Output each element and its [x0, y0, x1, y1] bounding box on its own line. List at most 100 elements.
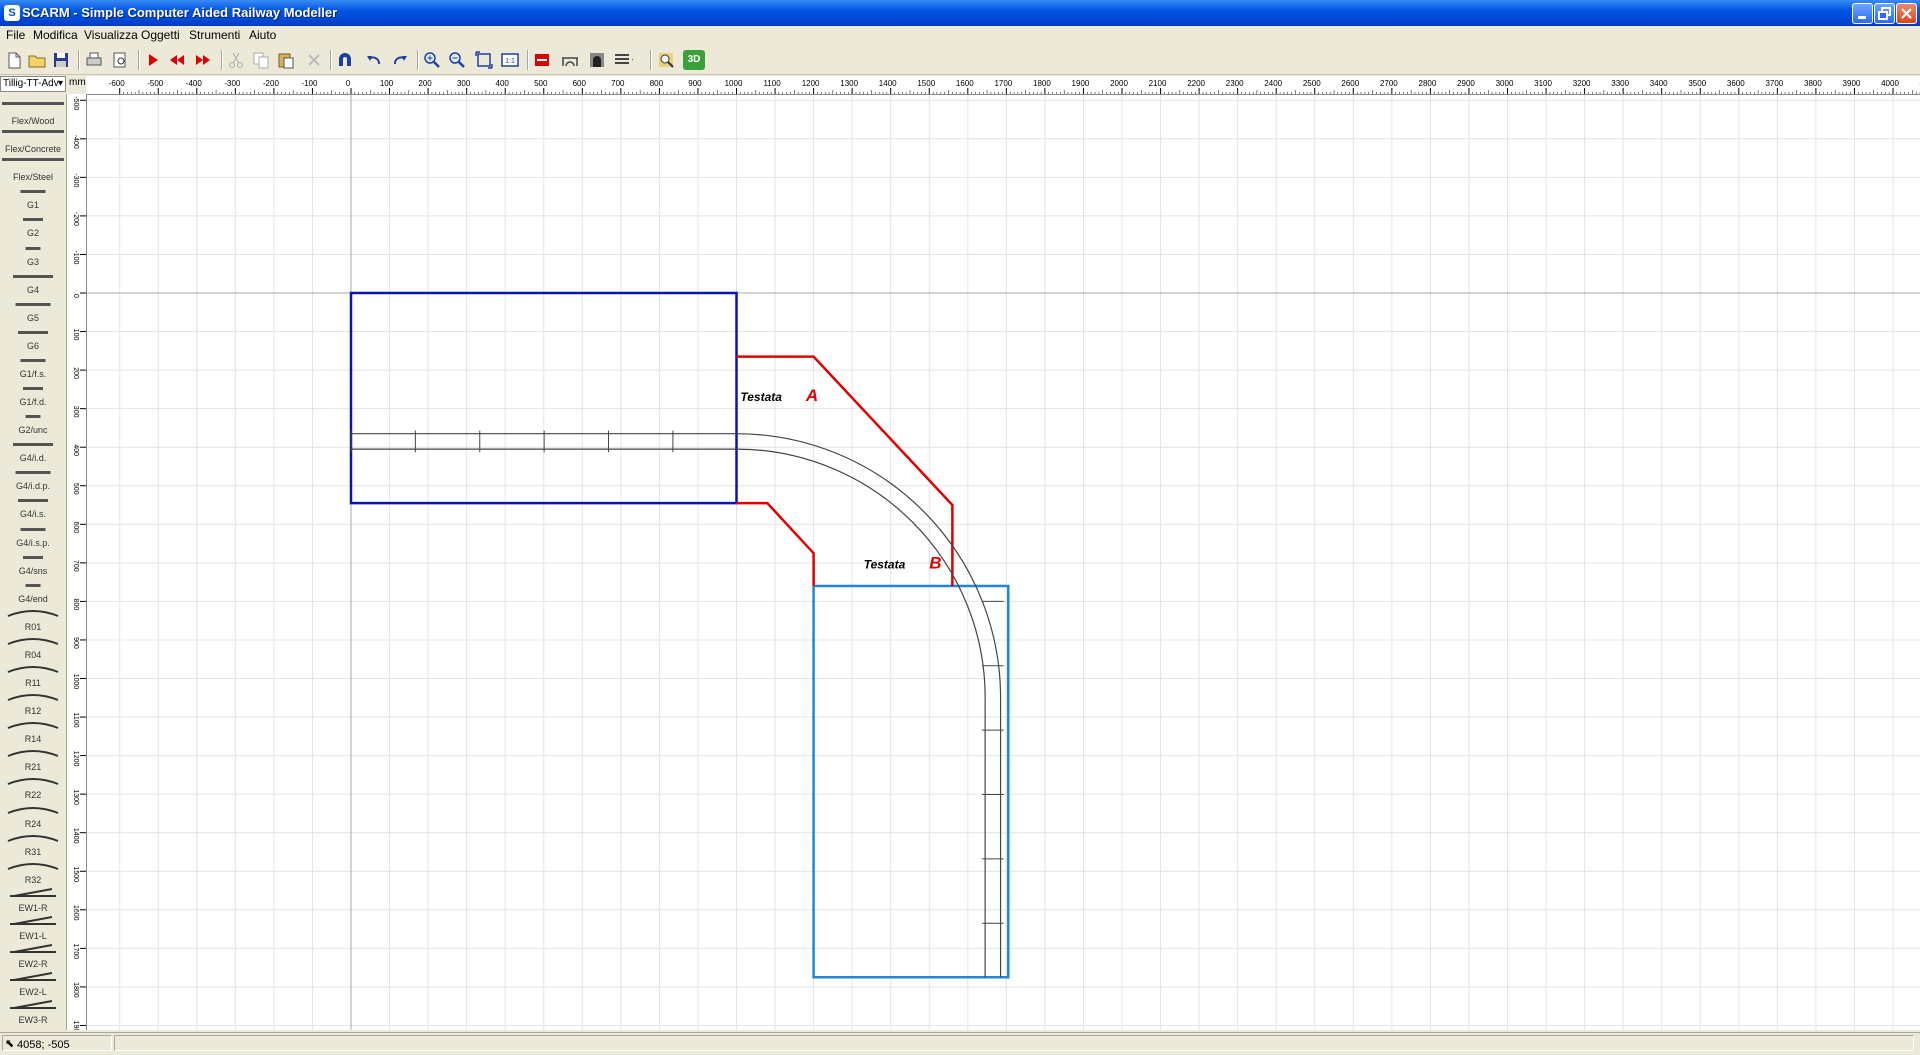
palette-item-g4-i-s-p-[interactable]: G4/i.s.p. — [0, 520, 66, 548]
menu-visualizza[interactable]: Visualizza — [84, 28, 138, 42]
ruler-tick-label: 2300 — [1226, 79, 1244, 88]
ruler-tick-label: 1300 — [840, 79, 858, 88]
palette-item-g4-end[interactable]: G4/end — [0, 576, 66, 604]
palette-item-g2-unc[interactable]: G2/unc — [0, 407, 66, 435]
cut-icon[interactable] — [226, 50, 246, 70]
palette-item-r31[interactable]: R31 — [0, 829, 66, 857]
status-bar: ⬉ 4058; -505 — [0, 1032, 1920, 1055]
ruler-tick-label: -400 — [72, 135, 79, 149]
tunnel-icon[interactable] — [587, 50, 607, 70]
delete-icon[interactable] — [304, 50, 324, 70]
palette-item-r04[interactable]: R04 — [0, 632, 66, 660]
menu-aiuto[interactable]: Aiuto — [249, 28, 276, 42]
select-arrow-icon[interactable] — [143, 50, 163, 70]
layers-dropdown-icon[interactable] — [613, 50, 633, 70]
rewind-icon[interactable] — [167, 50, 187, 70]
palette-item-g2[interactable]: G2 — [0, 210, 66, 238]
palette-item-label: G2 — [0, 228, 66, 238]
fast-forward-icon[interactable] — [193, 50, 213, 70]
ruler-tick-label: 3200 — [1573, 79, 1591, 88]
print-preview-icon[interactable] — [110, 50, 130, 70]
testata-label: Testata — [740, 390, 782, 404]
palette-item-g1-f-d-[interactable]: G1/f.d. — [0, 379, 66, 407]
menu-modifica[interactable]: Modifica — [33, 28, 78, 42]
palette-item-g1-f-s-[interactable]: G1/f.s. — [0, 351, 66, 379]
curve-track-icon — [0, 744, 66, 762]
palette-item-g1[interactable]: G1 — [0, 182, 66, 210]
palette-item-flex-steel[interactable]: Flex/Steel — [0, 154, 66, 182]
3d-view-icon[interactable]: 3D — [683, 50, 705, 70]
palette-item-r14[interactable]: R14 — [0, 716, 66, 744]
flex-track-icon[interactable] — [532, 50, 552, 70]
palette-item-ew2-l[interactable]: EW2-L — [0, 969, 66, 997]
zoom-1-1-icon[interactable]: 1:1 — [500, 50, 520, 70]
uncoupler-track-icon — [0, 407, 66, 425]
palette-item-r32[interactable]: R32 — [0, 857, 66, 885]
ruler-tick-label: 1800 — [72, 982, 79, 998]
menu-oggetti[interactable]: Oggetti — [141, 28, 180, 42]
undo-icon[interactable] — [364, 50, 384, 70]
ruler-tick-label: 300 — [72, 406, 79, 418]
catalog-select[interactable]: Tillig-TT-Adv▾ — [0, 76, 66, 92]
palette-item-label: G4/i.d. — [0, 453, 66, 463]
curve-track-icon — [0, 716, 66, 734]
ruler-tick-label: 3500 — [1688, 79, 1706, 88]
layout-drawing[interactable]: TestataATestataB — [87, 95, 1920, 1030]
save-icon[interactable] — [51, 50, 71, 70]
palette-item-g4-i-d-p-[interactable]: G4/i.d.p. — [0, 463, 66, 491]
copy-icon[interactable] — [251, 50, 271, 70]
palette-item-ew1-r[interactable]: EW1-R — [0, 885, 66, 913]
palette-item-g4-i-d-[interactable]: G4/i.d. — [0, 435, 66, 463]
fit-icon[interactable] — [474, 50, 494, 70]
palette-item-r01[interactable]: R01 — [0, 604, 66, 632]
palette-item-g3[interactable]: G3 — [0, 239, 66, 267]
menu-strumenti[interactable]: Strumenti — [189, 28, 240, 42]
flex-track-icon — [0, 126, 66, 144]
bridge-icon[interactable] — [560, 50, 580, 70]
magnifier-track-icon[interactable] — [656, 50, 676, 70]
ruler-tick-label: 1500 — [917, 79, 935, 88]
palette-item-g4[interactable]: G4 — [0, 267, 66, 295]
open-folder-icon[interactable] — [27, 50, 47, 70]
palette-item-flex-wood[interactable]: Flex/Wood — [0, 98, 66, 126]
palette-item-flex-concrete[interactable]: Flex/Concrete — [0, 126, 66, 154]
palette-item-r22[interactable]: R22 — [0, 772, 66, 800]
palette-item-g5[interactable]: G5 — [0, 295, 66, 323]
redo-icon[interactable] — [390, 50, 410, 70]
ruler-tick-label: 900 — [72, 637, 79, 649]
palette-item-g4-sns[interactable]: G4/sns — [0, 548, 66, 576]
close-button[interactable] — [1896, 3, 1917, 24]
layout-canvas[interactable]: TestataATestataB — [87, 95, 1920, 1030]
ruler-tick-label: 1500 — [72, 866, 79, 882]
ruler-tick-label: 1700 — [72, 944, 79, 960]
magnet-icon[interactable] — [335, 50, 355, 70]
ruler-tick-label: 400 — [72, 444, 79, 456]
ruler-tick-label: -400 — [186, 79, 203, 88]
palette-item-g6[interactable]: G6 — [0, 323, 66, 351]
palette-item-r12[interactable]: R12 — [0, 688, 66, 716]
palette-item-g4-i-s-[interactable]: G4/i.s. — [0, 491, 66, 519]
minimize-button[interactable] — [1852, 3, 1873, 24]
palette-item-ew1-l[interactable]: EW1-L — [0, 913, 66, 941]
ruler-tick-label: 2400 — [1264, 79, 1282, 88]
track-line[interactable] — [351, 431, 1004, 978]
palette-item-ew2-r[interactable]: EW2-R — [0, 941, 66, 969]
ruler-tick-label: 1600 — [956, 79, 974, 88]
palette-item-r24[interactable]: R24 — [0, 801, 66, 829]
palette-item-r11[interactable]: R11 — [0, 660, 66, 688]
palette-item-ew3-r[interactable]: EW3-R — [0, 997, 66, 1025]
print-icon[interactable] — [84, 50, 104, 70]
palette-item-label: R11 — [0, 678, 66, 688]
palette-item-label: G2/unc — [0, 425, 66, 435]
paste-icon[interactable] — [276, 50, 296, 70]
palette-item-label: R21 — [0, 762, 66, 772]
zoom-in-icon[interactable] — [422, 50, 442, 70]
new-file-icon[interactable] — [4, 50, 24, 70]
zoom-out-icon[interactable] — [447, 50, 467, 70]
ruler-tick-label: 2600 — [1341, 79, 1359, 88]
menu-file[interactable]: File — [6, 28, 25, 42]
palette-item-r21[interactable]: R21 — [0, 744, 66, 772]
ruler-tick-label: 3800 — [1804, 79, 1822, 88]
buffer-stop-icon — [0, 576, 66, 594]
restore-button[interactable] — [1874, 3, 1895, 24]
